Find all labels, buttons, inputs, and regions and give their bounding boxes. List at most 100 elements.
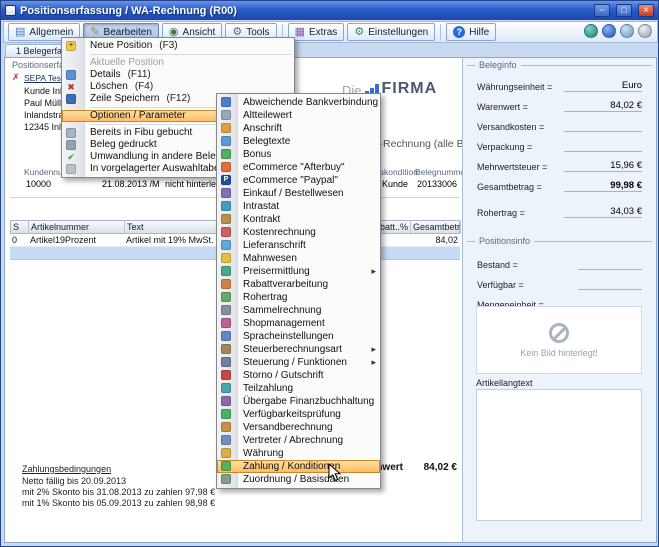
field-value-kundennummer[interactable]: 10000	[26, 179, 51, 189]
menu-item-shopmanagement[interactable]: Shopmanagement	[217, 317, 380, 330]
toolbar-button-hilfe[interactable]: ?Hilfe	[446, 23, 496, 41]
info-label: Warenwert =	[477, 102, 528, 112]
menu-item-zahlung-konditionen[interactable]: Zahlung / Konditionen	[217, 460, 380, 473]
menu-item-label: Optionen / Parameter	[90, 110, 186, 121]
menu-item-intrastat[interactable]: Intrastat	[217, 200, 380, 213]
menu-item-label: Bereits in Fibu gebucht	[90, 127, 192, 138]
menu-item-shortcut: (F4)	[135, 81, 153, 92]
column-header-artikelnummer: Artikelnummer	[29, 221, 125, 233]
menu-item-preisermittlung[interactable]: Preisermittlung▸	[217, 265, 380, 278]
info-label: Währungseinheit =	[477, 82, 552, 92]
menu-item-label: Löschen	[90, 81, 128, 92]
info-value	[564, 120, 642, 132]
menu-item-mahnwesen[interactable]: Mahnwesen	[217, 252, 380, 265]
form-icon: ▤	[15, 27, 25, 38]
menu-item-spracheinstellungen[interactable]: Spracheinstellungen	[217, 330, 380, 343]
menu-item-label: Shopmanagement	[243, 318, 325, 329]
toolbar-button-label: Einstellungen	[368, 27, 428, 38]
submenu-arrow-icon: ▸	[371, 356, 376, 369]
menu-item-neue-position[interactable]: +Neue Position(F3)	[62, 40, 294, 52]
menu-item-kostenrechnung[interactable]: Kostenrechnung	[217, 226, 380, 239]
close-button[interactable]	[638, 4, 654, 17]
intrastat-icon	[221, 201, 231, 211]
network-status-icon[interactable]	[584, 24, 598, 38]
field-value-lieferadresse[interactable]: nicht hinterlegt	[165, 179, 224, 189]
menu-item-steuerung-funktionen[interactable]: Steuerung / Funktionen▸	[217, 356, 380, 369]
beleginfo-row: Rohertrag =34,03 €	[463, 198, 656, 218]
address-icon	[221, 123, 231, 133]
status-orbs	[584, 24, 652, 38]
menu-item-label: Storno / Gutschrift	[243, 370, 324, 381]
menu-item-einkauf-bestellwesen[interactable]: Einkauf / Bestellwesen	[217, 187, 380, 200]
menu-item-waehrung[interactable]: Währung	[217, 447, 380, 460]
web-status-icon[interactable]	[620, 24, 634, 38]
online-status-icon[interactable]	[602, 24, 616, 38]
menu-item-steuerberechnungsart[interactable]: Steuerberechnungsart▸	[217, 343, 380, 356]
menu-item-anschrift[interactable]: Anschrift	[217, 122, 380, 135]
menu-item-label: Mahnwesen	[243, 253, 297, 264]
langtext-box[interactable]	[476, 389, 642, 521]
menu-item-abweichende-bankverbindung[interactable]: Abweichende Bankverbindung	[217, 96, 380, 109]
menu-item-zuordnung-basisdaten[interactable]: Zuordnung / Basisdaten	[217, 473, 380, 486]
menu-item-belegtexte[interactable]: Belegtexte	[217, 135, 380, 148]
field-value-belegdatum[interactable]: 21.08.2013 /M	[102, 179, 160, 189]
menu-item-lieferanschrift[interactable]: Lieferanschrift	[217, 239, 380, 252]
toolbar-button-label: Extras	[309, 27, 337, 38]
toolbar-button-label: Allgemein	[29, 27, 73, 38]
menu-item-bonus[interactable]: Bonus	[217, 148, 380, 161]
menu-item-altteilewert[interactable]: Altteilewert	[217, 109, 380, 122]
menu-item-label: Einkauf / Bestellwesen	[243, 188, 344, 199]
document-text-icon	[221, 136, 231, 146]
menu-item-shortcut: (F3)	[159, 40, 177, 51]
payment-line: mit 2% Skonto bis 31.08.2013 zu zahlen 9…	[22, 487, 215, 497]
partial-payment-icon	[221, 383, 231, 393]
edit-icon: ✎	[90, 27, 99, 38]
beleginfo-title: Beleginfo	[479, 60, 517, 70]
titlebar[interactable]: Positionserfassung / WA-Rechnung (R00)	[1, 1, 658, 20]
beleginfo-row: Verpackung =	[463, 132, 656, 152]
tax-icon	[221, 344, 231, 354]
delivery-address-icon	[221, 240, 231, 250]
toolbar-button-einstellungen[interactable]: ⚙Einstellungen	[347, 23, 435, 41]
menu-item-vertreter-abrechnung[interactable]: Vertreter / Abrechnung	[217, 434, 380, 447]
submenu-arrow-icon: ▸	[371, 265, 376, 278]
beleginfo-row: Warenwert =84,02 €	[463, 92, 656, 112]
langtext-label: Artikellangtext	[476, 378, 533, 388]
reminder-icon	[221, 253, 231, 263]
menu-item-rohertrag[interactable]: Rohertrag	[217, 291, 380, 304]
payment-terms-heading: Zahlungsbedingungen	[22, 464, 111, 474]
menu-item-versandberechnung[interactable]: Versandberechnung	[217, 421, 380, 434]
menu-item-label: Versandberechnung	[243, 422, 333, 433]
menu-item-ecommerce-afterbuy[interactable]: eCommerce "Afterbuy"	[217, 161, 380, 174]
field-value-zahlungskondition[interactable]: Kunde	[382, 179, 408, 189]
menu-item-sammelrechnung[interactable]: Sammelrechnung	[217, 304, 380, 317]
menu-item-verfuegbarkeitspruefung[interactable]: Verfügbarkeitsprüfung	[217, 408, 380, 421]
info-value: 15,96 €	[564, 160, 642, 172]
menu-item-label: Währung	[243, 448, 284, 459]
menu-item-details[interactable]: Details(F11)	[62, 69, 294, 81]
positionsinfo-row: Bestand =	[463, 250, 656, 270]
menu-item-uebergabe-finanzbuchhaltung[interactable]: Übergabe Finanzbuchhaltung	[217, 395, 380, 408]
menu-item-ecommerce-paypal[interactable]: PeCommerce "Paypal"	[217, 174, 380, 187]
menu-item-label: Aktuelle Position	[90, 57, 164, 68]
menu-item-storno-gutschrift[interactable]: Storno / Gutschrift	[217, 369, 380, 382]
info-label: Verfügbar =	[477, 280, 524, 290]
menu-item-label: Neue Position	[90, 40, 152, 51]
minimize-button[interactable]	[594, 4, 610, 17]
menu-item-loeschen[interactable]: ✖Löschen(F4)	[62, 81, 294, 93]
menu-item-label: Bonus	[243, 149, 271, 160]
payment-terms-lines: Netto fällig bis 20.09.2013mit 2% Skonto…	[22, 476, 215, 509]
toolbar-button-extras[interactable]: ▦Extras	[288, 23, 345, 41]
menu-item-kontrakt[interactable]: Kontrakt	[217, 213, 380, 226]
menu-item-rabattverarbeitung[interactable]: Rabattverarbeitung	[217, 278, 380, 291]
menu-item-aktuelle-position: Aktuelle Position	[62, 57, 294, 69]
menu-item-label: Sammelrechnung	[243, 305, 321, 316]
maximize-button[interactable]	[616, 4, 632, 17]
field-value-belegnummer[interactable]: 20133006	[417, 179, 457, 189]
connection-status-icon[interactable]	[638, 24, 652, 38]
contract-icon	[221, 214, 231, 224]
menu-item-teilzahlung[interactable]: Teilzahlung	[217, 382, 380, 395]
toolbar-button-label: Tools	[246, 27, 269, 38]
accounting-transfer-icon	[221, 396, 231, 406]
basedata-icon	[221, 474, 231, 484]
